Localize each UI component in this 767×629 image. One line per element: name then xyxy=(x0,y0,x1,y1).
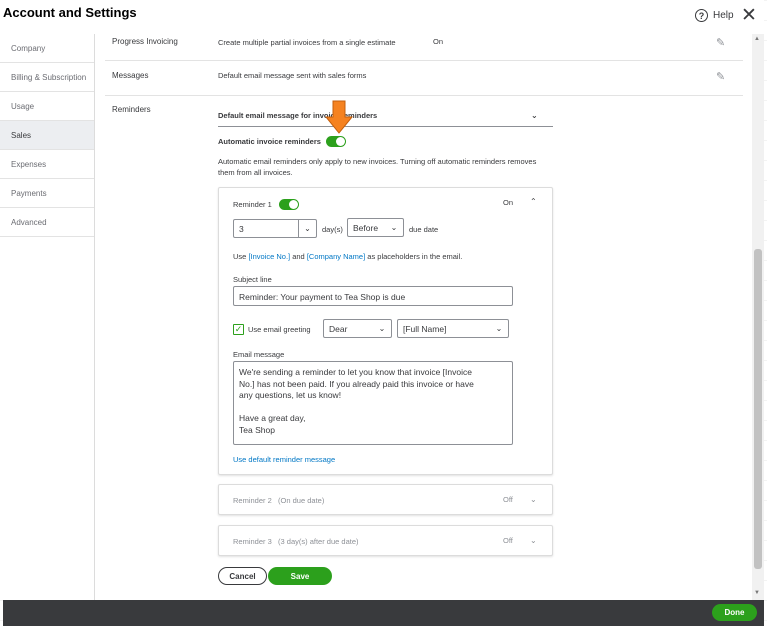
progress-invoicing-label: Progress Invoicing xyxy=(112,37,178,46)
sidebar-item-billing[interactable]: Billing & Subscription xyxy=(0,63,94,92)
sales-settings-panel: Progress Invoicing Create multiple parti… xyxy=(95,34,745,600)
sidebar-item-sales[interactable]: Sales xyxy=(0,121,94,150)
name-select[interactable]: [Full Name] ⌄ xyxy=(397,319,509,338)
messages-description: Default email message sent with sales fo… xyxy=(218,71,367,80)
chevron-up-icon[interactable]: ⌃ xyxy=(530,197,537,206)
messages-row[interactable]: Messages Default email message sent with… xyxy=(105,61,743,96)
greeting-select[interactable]: Dear ⌄ xyxy=(323,319,392,338)
name-value: [Full Name] xyxy=(403,324,447,334)
reminder-1-state: On xyxy=(503,198,514,207)
reminder-days-value: 3 xyxy=(239,224,244,234)
progress-invoicing-row[interactable]: Progress Invoicing Create multiple parti… xyxy=(105,34,743,61)
sidebar-item-advanced[interactable]: Advanced xyxy=(0,208,94,237)
reminder-2-title-text: Reminder 2 xyxy=(233,496,272,505)
chevron-down-icon[interactable]: ⌄ xyxy=(530,495,537,504)
placeholder-prefix: Use xyxy=(233,252,247,261)
help-icon: ? xyxy=(695,9,708,22)
placeholder-and: and xyxy=(292,252,305,261)
progress-invoicing-value: On xyxy=(433,37,444,46)
scroll-up-icon[interactable]: ▲ xyxy=(754,36,760,42)
orange-arrow-icon xyxy=(324,100,354,134)
reminder-timing-select[interactable]: Before ⌄ xyxy=(347,218,404,237)
subject-line-label: Subject line xyxy=(233,275,272,284)
reminder-timing-value: Before xyxy=(353,223,379,233)
chevron-down-icon[interactable]: ⌄ xyxy=(530,536,537,545)
chevron-down-icon: ⌄ xyxy=(298,220,316,237)
reminder-3-title: Reminder 3 (3 day(s) after due date) xyxy=(233,537,359,546)
messages-label: Messages xyxy=(112,71,149,80)
automatic-reminders-toggle[interactable] xyxy=(326,136,346,147)
use-default-message-link[interactable]: Use default reminder message xyxy=(233,455,335,464)
pencil-icon[interactable]: ✎ xyxy=(716,36,725,49)
email-message-label: Email message xyxy=(233,350,285,359)
use-greeting-checkbox[interactable]: ✓ xyxy=(233,324,244,335)
reminder-3-state: Off xyxy=(503,536,513,545)
sidebar-item-payments[interactable]: Payments xyxy=(0,179,94,208)
reminders-label: Reminders xyxy=(112,105,151,114)
reminder-1-title: Reminder 1 xyxy=(233,200,272,209)
company-name-placeholder-link[interactable]: [Company Name] xyxy=(307,252,365,261)
progress-invoicing-description: Create multiple partial invoices from a … xyxy=(218,38,396,47)
sidebar-item-expenses[interactable]: Expenses xyxy=(0,150,94,179)
reminder-2-card[interactable]: Reminder 2 (On due date) Off ⌄ xyxy=(218,484,553,515)
save-button[interactable]: Save xyxy=(268,567,332,585)
use-greeting-label: Use email greeting xyxy=(248,325,311,334)
chevron-down-icon: ⌄ xyxy=(378,324,386,333)
reminders-section-header[interactable]: Default email message for invoice remind… xyxy=(218,105,553,127)
chevron-down-icon[interactable]: ⌄ xyxy=(531,111,538,120)
reminder-3-subtitle: (3 day(s) after due date) xyxy=(278,537,359,546)
greeting-value: Dear xyxy=(329,324,348,334)
reminder-3-card[interactable]: Reminder 3 (3 day(s) after due date) Off… xyxy=(218,525,553,556)
subject-line-input[interactable]: Reminder: Your payment to Tea Shop is du… xyxy=(233,286,513,306)
reminder-1-card: Reminder 1 On ⌃ 3 ⌄ day(s) Before ⌄ due … xyxy=(218,187,553,475)
reminder-2-title: Reminder 2 (On due date) xyxy=(233,496,324,505)
chevron-down-icon: ⌄ xyxy=(495,324,503,333)
cancel-button[interactable]: Cancel xyxy=(218,567,267,585)
timing-suffix: due date xyxy=(409,225,439,234)
placeholder-suffix: as placeholders in the email. xyxy=(367,252,463,261)
placeholder-help: Use [Invoice No.] and [Company Name] as … xyxy=(233,252,462,261)
footer-bar: Done xyxy=(3,600,764,626)
invoice-no-placeholder-link[interactable]: [Invoice No.] xyxy=(248,252,290,261)
vertical-scrollbar[interactable]: ▲ ▼ xyxy=(752,34,764,600)
sidebar-item-usage[interactable]: Usage xyxy=(0,92,94,121)
reminder-3-title-text: Reminder 3 xyxy=(233,537,272,546)
done-button[interactable]: Done xyxy=(712,604,757,621)
settings-sidebar: Company Billing & Subscription Usage Sal… xyxy=(0,34,95,600)
email-message-textarea[interactable]: We're sending a reminder to let you know… xyxy=(233,361,513,445)
help-label: Help xyxy=(713,10,734,21)
help-button[interactable]: ? Help xyxy=(695,9,734,22)
reminder-days-select[interactable]: 3 ⌄ xyxy=(233,219,317,238)
settings-window: Account and Settings ? Help ✕ Company Bi… xyxy=(0,0,764,600)
scrollbar-thumb[interactable] xyxy=(754,249,762,569)
window-title: Account and Settings xyxy=(3,5,137,20)
chevron-down-icon: ⌄ xyxy=(390,223,398,232)
reminder-1-toggle[interactable] xyxy=(279,199,299,210)
automatic-reminders-note: Automatic email reminders only apply to … xyxy=(218,157,537,177)
pencil-icon[interactable]: ✎ xyxy=(716,70,725,83)
reminder-2-subtitle: (On due date) xyxy=(278,496,325,505)
reminder-2-state: Off xyxy=(503,495,513,504)
close-icon[interactable]: ✕ xyxy=(741,6,757,25)
sidebar-item-company[interactable]: Company xyxy=(0,34,94,63)
days-suffix: day(s) xyxy=(322,225,343,234)
scroll-down-icon[interactable]: ▼ xyxy=(754,590,760,596)
automatic-reminders-label: Automatic invoice reminders xyxy=(218,137,321,146)
